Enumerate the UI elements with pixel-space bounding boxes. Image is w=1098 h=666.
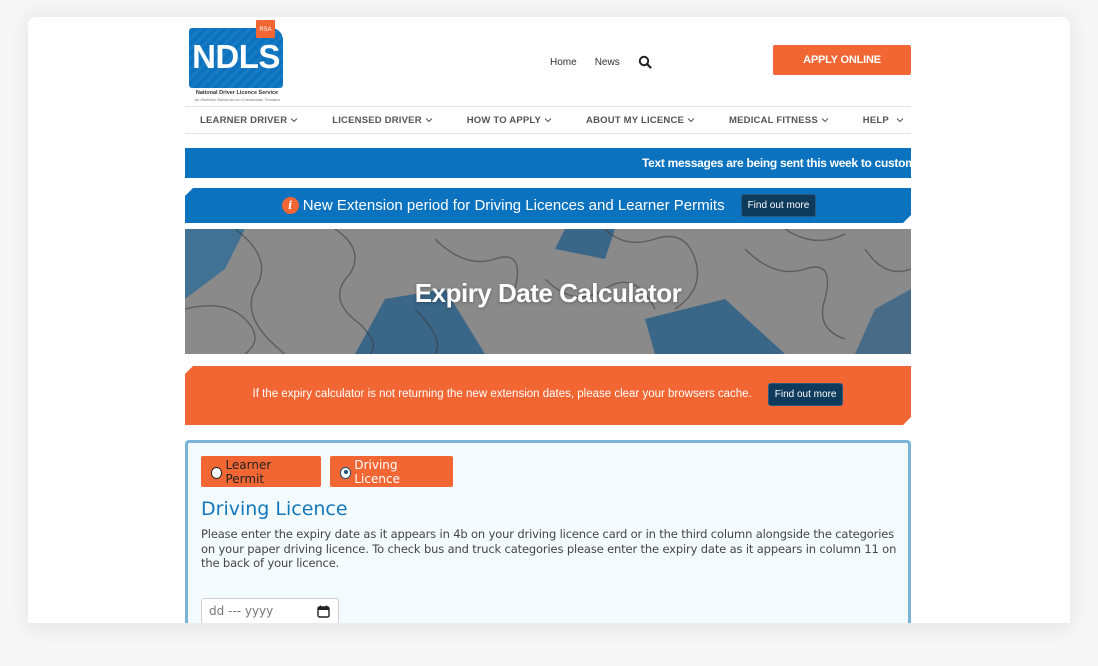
- info-icon: i: [282, 197, 299, 214]
- logo-subtitle-irish: An tSeirbhís Náisiúnta um Cheadúnais Tio…: [194, 97, 280, 102]
- date-input-placeholder: dd --- yyyy: [209, 604, 274, 618]
- nav-item-medical-fitness[interactable]: MEDICAL FITNESS: [729, 115, 829, 126]
- nav-item-licensed-driver[interactable]: LICENSED DRIVER: [332, 115, 433, 126]
- notice-find-out-more-button[interactable]: Find out more: [768, 383, 844, 406]
- ndls-logo[interactable]: NDLS RSA National Driver Licence Service…: [189, 19, 285, 103]
- chevron-down-icon: [687, 118, 695, 123]
- logo-brand-text: NDLS: [192, 38, 280, 75]
- nav-item-label: HELP: [862, 114, 889, 126]
- licence-type-selector: Learner Permit Driving Licence: [201, 456, 462, 487]
- top-links: Home News: [550, 54, 652, 71]
- nav-item-learner-driver[interactable]: LEARNER DRIVER: [200, 115, 298, 126]
- search-button[interactable]: [638, 54, 652, 71]
- nav-item-help[interactable]: HELP: [863, 115, 904, 126]
- rsa-badge: RSA: [256, 20, 275, 38]
- nav-item-about-my-licence[interactable]: ABOUT MY LICENCE: [586, 115, 695, 126]
- news-link[interactable]: News: [595, 57, 620, 68]
- nav-item-label: HOW TO APPLY: [466, 114, 542, 126]
- search-icon: [638, 55, 652, 69]
- logo-subtitle: National Driver Licence Service: [195, 90, 279, 96]
- radio-checked-icon[interactable]: [340, 466, 352, 479]
- driving-licence-option[interactable]: Driving Licence: [330, 456, 453, 487]
- main-nav: LEARNER DRIVER LICENSED DRIVER HOW TO AP…: [185, 106, 911, 134]
- extension-find-out-more-button[interactable]: Find out more: [741, 194, 817, 217]
- expiry-calculator-panel: Learner Permit Driving Licence Driving L…: [185, 440, 911, 628]
- page-content: NDLS RSA National Driver Licence Service…: [185, 17, 911, 628]
- cache-notice-banner: If the expiry calculator is not returnin…: [185, 366, 911, 425]
- cache-notice-text: If the expiry calculator is not returnin…: [252, 388, 752, 400]
- chevron-down-icon: [896, 118, 904, 123]
- chevron-down-icon: [425, 118, 433, 123]
- extension-banner-text: New Extension period for Driving Licence…: [302, 197, 725, 214]
- expiry-date-input[interactable]: dd --- yyyy: [201, 598, 339, 624]
- hero-banner: Expiry Date Calculator: [185, 229, 911, 354]
- nav-item-label: LICENSED DRIVER: [332, 114, 422, 126]
- page-title: Expiry Date Calculator: [414, 278, 682, 308]
- calculator-instructions: Please enter the expiry date as it appea…: [201, 527, 897, 570]
- driving-licence-label: Driving Licence: [354, 457, 400, 486]
- chevron-down-icon: [290, 118, 298, 123]
- news-ticker: Text messages are being sent this week t…: [185, 148, 911, 178]
- learner-permit-option[interactable]: Learner Permit: [201, 456, 321, 487]
- radio-unchecked-icon[interactable]: [211, 466, 223, 479]
- browser-window: NDLS RSA National Driver Licence Service…: [28, 17, 1070, 628]
- learner-permit-label: Learner Permit: [225, 457, 272, 486]
- nav-item-label: LEARNER DRIVER: [200, 114, 288, 126]
- extension-banner: i New Extension period for Driving Licen…: [185, 188, 911, 223]
- apply-online-button[interactable]: APPLY ONLINE: [773, 45, 911, 75]
- nav-item-how-to-apply[interactable]: HOW TO APPLY: [467, 115, 552, 126]
- ticker-text[interactable]: Text messages are being sent this week t…: [642, 156, 911, 170]
- home-link[interactable]: Home: [550, 57, 577, 68]
- nav-item-label: ABOUT MY LICENCE: [586, 114, 685, 126]
- nav-item-label: MEDICAL FITNESS: [729, 114, 818, 126]
- window-bottom-edge: [28, 623, 1070, 628]
- chevron-down-icon: [821, 118, 829, 123]
- chevron-down-icon: [544, 118, 552, 123]
- calculator-section-title: Driving Licence: [201, 498, 348, 520]
- calendar-icon[interactable]: [317, 605, 330, 618]
